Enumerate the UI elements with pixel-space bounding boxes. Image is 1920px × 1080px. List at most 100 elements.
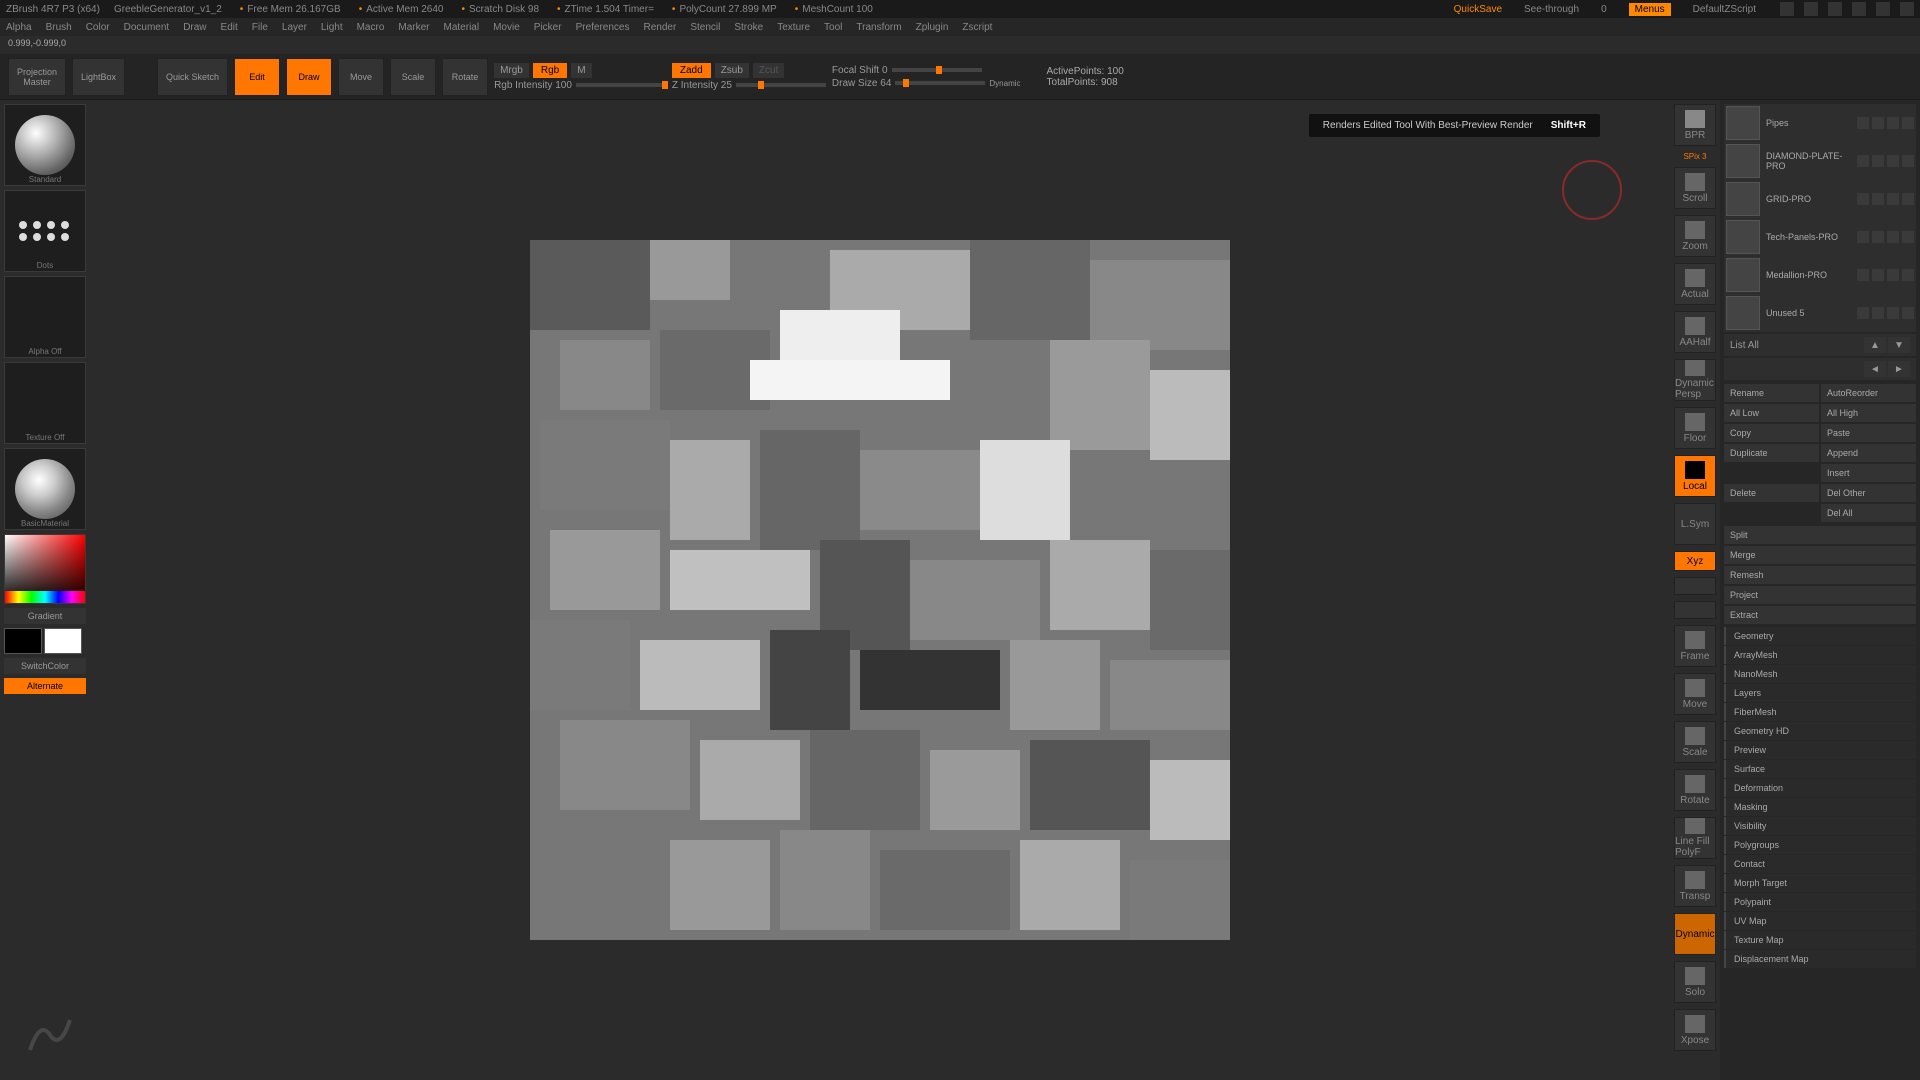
menu-color[interactable]: Color [86, 22, 110, 33]
vis-icon[interactable] [1857, 155, 1869, 167]
window-help-icon[interactable] [1828, 2, 1842, 16]
section-uv-map[interactable]: UV Map [1724, 912, 1916, 930]
section-polypaint[interactable]: Polypaint [1724, 893, 1916, 911]
subtool-row[interactable]: DIAMOND-PLATE-PRO [1724, 142, 1916, 180]
mode-icon[interactable] [1902, 155, 1914, 167]
zoom-button[interactable]: Zoom [1674, 215, 1716, 257]
material-slot[interactable]: BasicMaterial [4, 448, 86, 530]
subtool-row[interactable]: Pipes [1724, 104, 1916, 142]
vis-icon[interactable] [1857, 231, 1869, 243]
section-polygroups[interactable]: Polygroups [1724, 836, 1916, 854]
paint-icon[interactable] [1872, 307, 1884, 319]
lightbox-button[interactable]: LightBox [72, 58, 125, 96]
edit-button[interactable]: Edit [234, 58, 280, 96]
subtool-row[interactable]: GRID-PRO [1724, 180, 1916, 218]
dynamic-button[interactable]: Dynamic [1674, 913, 1716, 955]
menu-movie[interactable]: Movie [493, 22, 520, 33]
section-visibility[interactable]: Visibility [1724, 817, 1916, 835]
menu-document[interactable]: Document [124, 22, 170, 33]
nav-rotate-button[interactable]: Rotate [1674, 769, 1716, 811]
section-texture-map[interactable]: Texture Map [1724, 931, 1916, 949]
scale-button[interactable]: Scale [390, 58, 436, 96]
persp-button[interactable]: Dynamic Persp [1674, 359, 1716, 401]
rotate-button[interactable]: Rotate [442, 58, 488, 96]
menu-brush[interactable]: Brush [46, 22, 72, 33]
section-nanomesh[interactable]: NanoMesh [1724, 665, 1916, 683]
paint-icon[interactable] [1872, 193, 1884, 205]
default-zscript[interactable]: DefaultZScript [1693, 4, 1756, 15]
menu-edit[interactable]: Edit [221, 22, 238, 33]
paste-button[interactable]: Paste [1821, 424, 1916, 442]
mesh-icon[interactable] [1887, 269, 1899, 281]
split-button[interactable]: Split [1724, 526, 1916, 544]
zcut-button[interactable]: Zcut [753, 63, 784, 78]
section-geometry-hd[interactable]: Geometry HD [1724, 722, 1916, 740]
xyz-button[interactable]: Xyz [1674, 551, 1716, 571]
switchcolor-button[interactable]: SwitchColor [4, 658, 86, 674]
xpose-button[interactable]: Xpose [1674, 1009, 1716, 1051]
frame-button[interactable]: Frame [1674, 625, 1716, 667]
menu-transform[interactable]: Transform [856, 22, 901, 33]
menu-macro[interactable]: Macro [357, 22, 385, 33]
section-morph-target[interactable]: Morph Target [1724, 874, 1916, 892]
mesh-icon[interactable] [1887, 193, 1899, 205]
menu-texture[interactable]: Texture [777, 22, 810, 33]
section-fibermesh[interactable]: FiberMesh [1724, 703, 1916, 721]
paint-icon[interactable] [1872, 269, 1884, 281]
autoreorder-button[interactable]: AutoReorder [1821, 384, 1916, 402]
menu-zscript[interactable]: Zscript [962, 22, 992, 33]
section-geometry[interactable]: Geometry [1724, 627, 1916, 645]
move-down-icon[interactable]: ▼ [1888, 337, 1910, 353]
z-intensity-slider[interactable]: Z Intensity 25 [672, 80, 732, 91]
vis-icon[interactable] [1857, 269, 1869, 281]
scroll-button[interactable]: Scroll [1674, 167, 1716, 209]
menu-tool[interactable]: Tool [824, 22, 842, 33]
menu-stroke[interactable]: Stroke [734, 22, 763, 33]
mode-icon[interactable] [1902, 193, 1914, 205]
alpha-slot[interactable]: Alpha Off [4, 276, 86, 358]
nav-right-icon[interactable]: ► [1888, 361, 1910, 377]
actual-button[interactable]: Actual [1674, 263, 1716, 305]
vis-icon[interactable] [1857, 193, 1869, 205]
copy-button[interactable]: Copy [1724, 424, 1819, 442]
rgb-button[interactable]: Rgb [533, 63, 567, 78]
menu-file[interactable]: File [252, 22, 268, 33]
stroke-slot[interactable]: Dots [4, 190, 86, 272]
menu-render[interactable]: Render [644, 22, 677, 33]
mesh-icon[interactable] [1887, 117, 1899, 129]
remesh-button[interactable]: Remesh [1724, 566, 1916, 584]
nav-move-button[interactable]: Move [1674, 673, 1716, 715]
floor-button[interactable]: Floor [1674, 407, 1716, 449]
section-surface[interactable]: Surface [1724, 760, 1916, 778]
del-all-button[interactable]: Del All [1821, 504, 1916, 522]
append-button[interactable]: Append [1821, 444, 1916, 462]
all-high-button[interactable]: All High [1821, 404, 1916, 422]
vis-icon[interactable] [1857, 307, 1869, 319]
menu-alpha[interactable]: Alpha [6, 22, 32, 33]
viewport-canvas[interactable]: Renders Edited Tool With Best-Preview Re… [90, 100, 1670, 1080]
dynamic-label[interactable]: Dynamic [989, 79, 1020, 88]
local-button[interactable]: Local [1674, 455, 1716, 497]
extract-button[interactable]: Extract [1724, 606, 1916, 624]
mesh-icon[interactable] [1887, 307, 1899, 319]
rgb-intensity-slider[interactable]: Rgb Intensity 100 [494, 80, 572, 91]
menu-picker[interactable]: Picker [534, 22, 562, 33]
section-contact[interactable]: Contact [1724, 855, 1916, 873]
move-up-icon[interactable]: ▲ [1864, 337, 1886, 353]
section-layers[interactable]: Layers [1724, 684, 1916, 702]
mrgb-button[interactable]: Mrgb [494, 63, 529, 78]
mesh-icon[interactable] [1887, 155, 1899, 167]
duplicate-button[interactable]: Duplicate [1724, 444, 1819, 462]
zadd-button[interactable]: Zadd [672, 63, 711, 78]
spix-label[interactable]: SPix 3 [1683, 152, 1706, 161]
all-low-button[interactable]: All Low [1724, 404, 1819, 422]
menu-stencil[interactable]: Stencil [690, 22, 720, 33]
aahalf-button[interactable]: AAHalf [1674, 311, 1716, 353]
mode-icon[interactable] [1902, 269, 1914, 281]
zsub-button[interactable]: Zsub [715, 63, 749, 78]
subtool-row[interactable]: Tech-Panels-PRO [1724, 218, 1916, 256]
lsym-button[interactable]: L.Sym [1674, 503, 1716, 545]
section-displacement-map[interactable]: Displacement Map [1724, 950, 1916, 968]
menu-layer[interactable]: Layer [282, 22, 307, 33]
section-arraymesh[interactable]: ArrayMesh [1724, 646, 1916, 664]
